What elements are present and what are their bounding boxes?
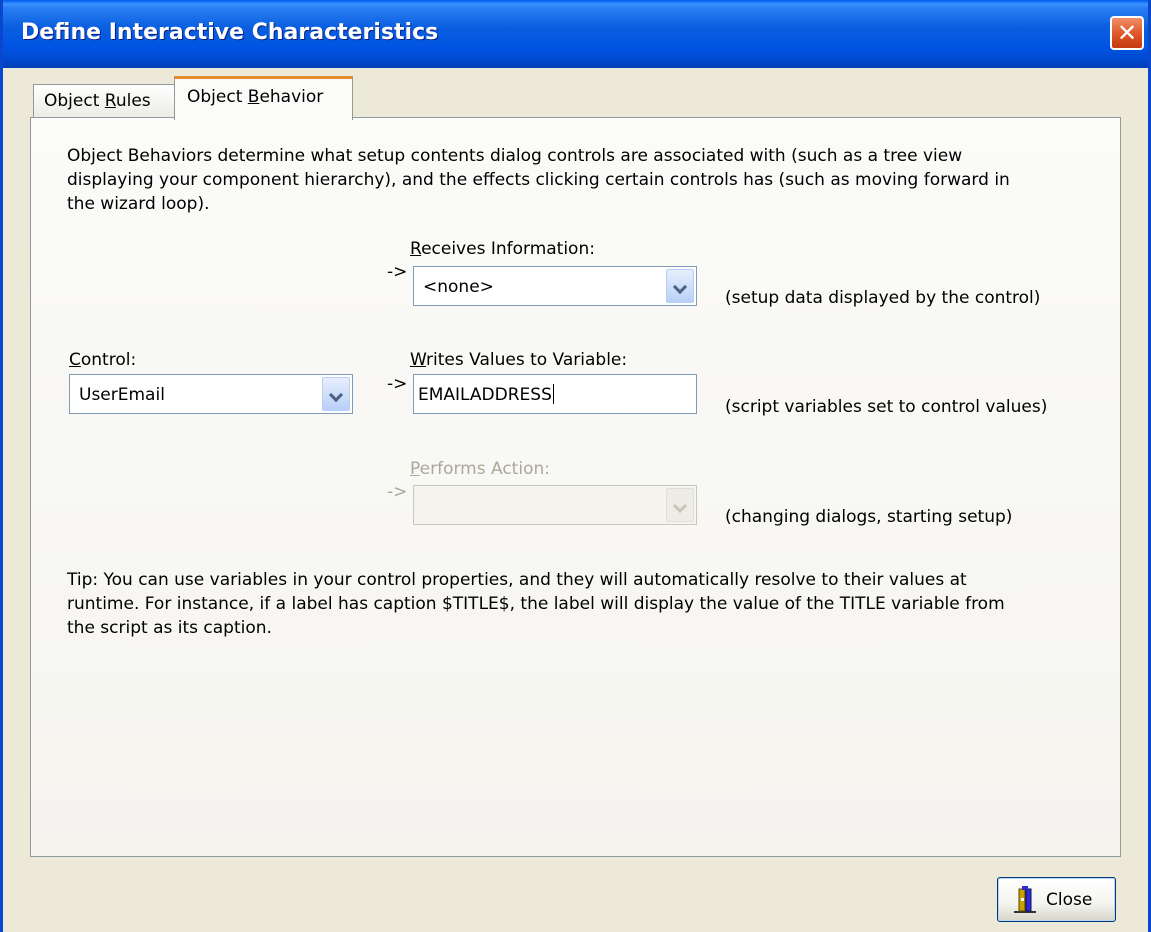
close-button[interactable]: Close: [997, 877, 1116, 922]
writes-values-value: EMAILADDRESS: [418, 385, 552, 405]
tab-object-rules[interactable]: Object Rules: [33, 84, 175, 118]
tip-line: runtime. For instance, if a label has ca…: [67, 594, 1005, 614]
receives-information-hint: (setup data displayed by the control): [725, 288, 1041, 308]
text-caret: [552, 384, 554, 404]
label-accel: P: [410, 459, 420, 479]
exit-door-icon: [1014, 886, 1036, 913]
tip-line: the script as its caption.: [67, 618, 272, 638]
dialog-window: Define Interactive Characteristics ✕ Obj…: [0, 0, 1151, 932]
writes-values-input[interactable]: EMAILADDRESS: [413, 374, 697, 414]
receives-information-label: Receives Information:: [410, 239, 595, 259]
tab-label-accel: B: [247, 87, 260, 107]
label-text: erforms Action:: [419, 459, 550, 479]
label-text: rites Values to Variable:: [426, 350, 628, 370]
performs-action-hint: (changing dialogs, starting setup): [725, 507, 1013, 527]
tab-label: ehavior: [259, 87, 324, 107]
intro-line: the wizard loop).: [67, 194, 210, 214]
performs-action-label: Performs Action:: [410, 459, 550, 479]
performs-action-dropdown[interactable]: [413, 485, 697, 525]
close-x-icon: ✕: [1116, 19, 1138, 47]
tab-label: ules: [115, 91, 151, 111]
writes-arrow: ->: [387, 374, 408, 394]
label-accel: W: [410, 350, 427, 370]
chevron-down-icon[interactable]: [322, 377, 350, 411]
writes-values-label: Writes Values to Variable:: [410, 350, 627, 370]
label-text: eceives Information:: [421, 239, 595, 259]
intro-line: Object Behaviors determine what setup co…: [67, 146, 963, 166]
title-bar[interactable]: Define Interactive Characteristics ✕: [3, 0, 1148, 68]
tab-label: Object: [44, 91, 105, 111]
receives-arrow: ->: [387, 262, 408, 282]
control-label: Control:: [69, 350, 136, 370]
tab-object-behavior[interactable]: Object Behavior: [174, 76, 353, 120]
receives-information-dropdown[interactable]: <none>: [413, 266, 697, 306]
chevron-down-icon[interactable]: [666, 269, 694, 303]
intro-line: displaying your component hierarchy), an…: [67, 170, 1010, 190]
label-accel: R: [410, 239, 422, 259]
tip-text: Tip: You can use variables in your contr…: [67, 568, 1005, 640]
label-text: ontrol:: [80, 350, 137, 370]
tip-line: Tip: You can use variables in your contr…: [67, 570, 967, 590]
window-title: Define Interactive Characteristics: [21, 20, 439, 45]
tab-panel: Object Behaviors determine what setup co…: [30, 117, 1121, 857]
writes-values-hint: (script variables set to control values): [725, 397, 1048, 417]
close-button-label: Close: [1046, 890, 1093, 910]
control-value: UserEmail: [79, 385, 165, 405]
label-accel: C: [69, 350, 81, 370]
intro-text: Object Behaviors determine what setup co…: [67, 144, 1010, 216]
close-window-button[interactable]: ✕: [1110, 16, 1144, 50]
receives-information-value: <none>: [423, 277, 494, 297]
tab-label: Object: [187, 87, 248, 107]
performs-arrow: ->: [387, 482, 408, 502]
tab-label-accel: R: [104, 91, 116, 111]
chevron-down-icon[interactable]: [666, 488, 694, 522]
control-dropdown[interactable]: UserEmail: [69, 374, 353, 414]
